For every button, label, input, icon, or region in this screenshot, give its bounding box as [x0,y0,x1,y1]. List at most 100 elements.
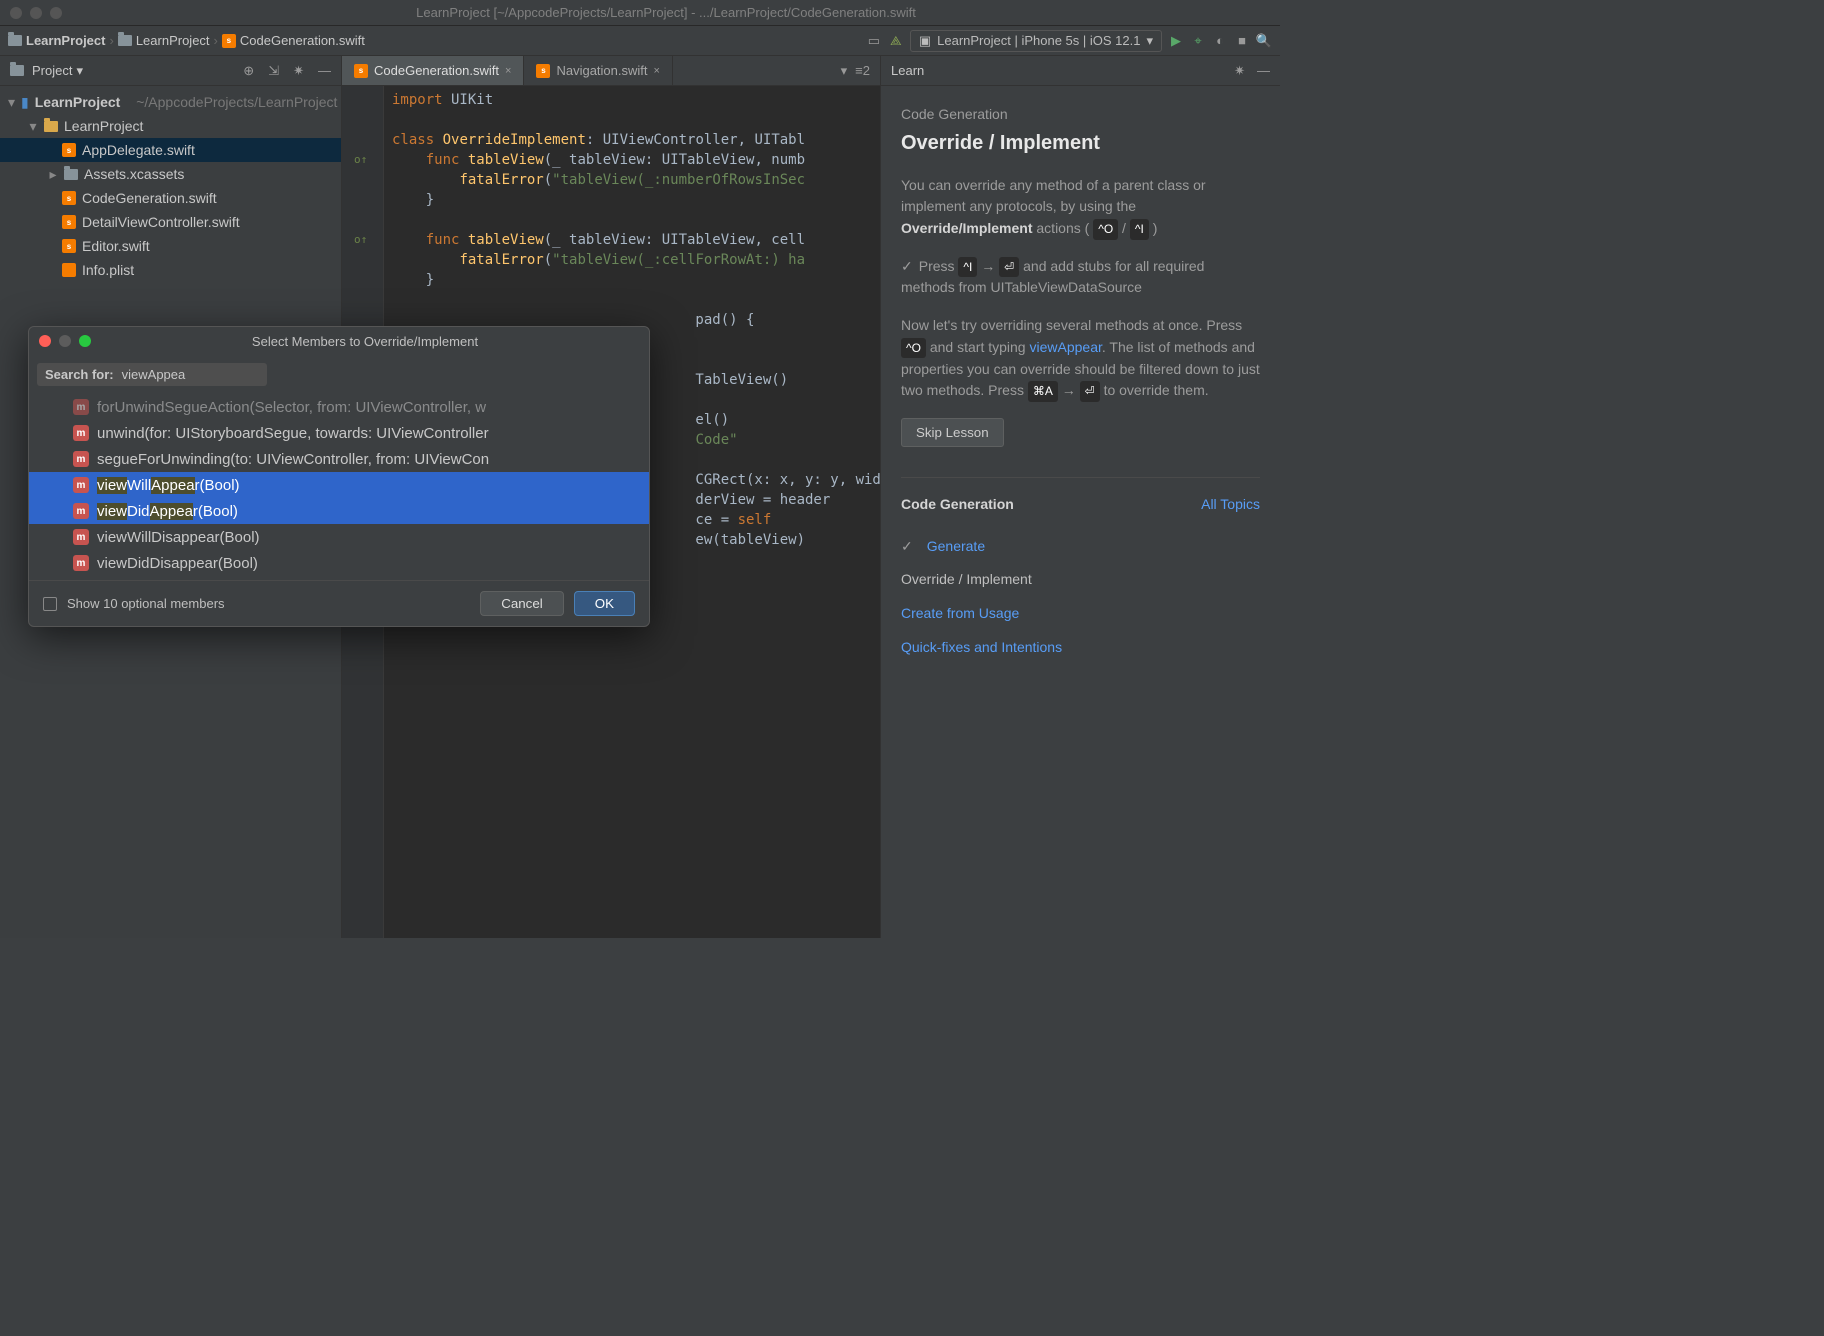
cancel-button[interactable]: Cancel [480,591,564,616]
member-item[interactable]: munwind(for: UIStoryboardSegue, towards:… [29,420,649,446]
coverage-icon[interactable]: ◐ [1212,33,1228,49]
window-controls[interactable] [10,7,62,19]
close-icon[interactable]: × [505,65,511,77]
learn-para-1: You can override any method of a parent … [901,175,1260,240]
crumb-3[interactable]: sCodeGeneration.swift [222,33,365,48]
override-dialog: Select Members to Override/Implement Sea… [28,326,650,627]
member-item[interactable]: mviewWillDisappear(Bool) [29,524,649,550]
gear-icon[interactable]: ✷ [293,63,304,79]
method-icon: m [73,555,89,571]
method-icon: m [73,503,89,519]
minimize-icon[interactable] [30,7,42,19]
project-icon: ▮ [21,94,29,111]
chevron-down-icon: ▾ [76,63,83,79]
member-item[interactable]: msegueForUnwinding(to: UIViewController,… [29,446,649,472]
tree-file[interactable]: Info.plist [0,258,341,282]
tab-navigation[interactable]: s Navigation.swift × [524,56,672,85]
skip-lesson-button[interactable]: Skip Lesson [901,418,1004,447]
hide-icon[interactable]: — [1257,63,1270,79]
project-tree[interactable]: ▾ ▮ LearnProject ~/AppcodeProjects/Learn… [0,86,341,286]
method-icon: m [73,451,89,467]
toolbar: LearnProject › LearnProject › sCodeGener… [0,26,1280,56]
sidebar-header: Project ▾ ⊕ ⇲ ✷ — [0,56,341,86]
learn-section: Code Generation [901,104,1260,126]
dialog-titlebar: Select Members to Override/Implement [29,327,649,355]
close-icon[interactable] [39,335,51,347]
override-gutter-icon[interactable]: o↑ [354,230,367,250]
tree-file[interactable]: s DetailViewController.swift [0,210,341,234]
override-gutter-icon[interactable]: o↑ [354,150,367,170]
swift-file-icon: s [536,64,550,78]
crumb-1[interactable]: LearnProject [8,33,105,48]
close-icon[interactable]: × [654,65,660,77]
check-icon: ✓ [901,258,913,274]
topic-item[interactable]: Override / Implement [901,563,1260,597]
topic-item[interactable]: Quick-fixes and Intentions [901,631,1260,665]
dialog-window-controls[interactable] [39,335,91,347]
hide-icon[interactable]: — [318,63,331,79]
crumb-2[interactable]: LearnProject [118,33,210,48]
disclosure-icon[interactable]: ▾ [8,94,15,111]
learn-panel: Learn ✷ — Code Generation Override / Imp… [880,56,1280,938]
hammer-icon[interactable]: ⟁ [888,33,904,49]
chevron-down-icon: ▾ [1146,33,1153,49]
device-icon[interactable]: ▭ [866,33,882,49]
folder-icon [10,65,24,76]
tree-root[interactable]: ▾ ▮ LearnProject ~/AppcodeProjects/Learn… [0,90,341,114]
zoom-icon[interactable] [50,7,62,19]
tree-folder[interactable]: ▸ Assets.xcassets [0,162,341,186]
swift-file-icon: s [62,215,76,229]
method-icon: m [73,399,89,415]
chevron-icon: › [214,33,218,48]
chevron-down-icon[interactable]: ▾ [841,63,848,79]
search-field[interactable]: Search for: viewAppea [37,363,267,386]
swift-file-icon: s [62,191,76,205]
breadcrumb[interactable]: LearnProject › LearnProject › sCodeGener… [8,33,365,48]
optional-checkbox[interactable] [43,597,57,611]
folder-icon [118,35,132,46]
member-item[interactable]: mviewDidDisappear(Bool) [29,550,649,576]
topic-item[interactable]: Create from Usage [901,597,1260,631]
stop-icon[interactable]: ■ [1234,33,1250,49]
close-icon[interactable] [10,7,22,19]
learn-header: Learn ✷ — [881,56,1280,86]
topic-item[interactable]: ✓Generate [901,530,1260,564]
tree-file[interactable]: s AppDelegate.swift [0,138,341,162]
debug-icon[interactable]: ⌖ [1190,33,1206,49]
dialog-title: Select Members to Override/Implement [91,334,639,349]
gear-icon[interactable]: ✷ [1234,63,1245,79]
run-icon[interactable]: ▶ [1168,33,1184,49]
run-config-dropdown[interactable]: ▣ LearnProject | iPhone 5s | iOS 12.1 ▾ [910,30,1162,52]
search-query: viewAppea [122,367,186,382]
disclosure-icon[interactable]: ▸ [48,166,58,183]
app-icon: ▣ [919,33,931,49]
swift-file-icon: s [62,143,76,157]
locate-icon[interactable]: ⊕ [243,63,254,79]
method-icon: m [73,425,89,441]
tree-file[interactable]: s Editor.swift [0,234,341,258]
method-icon: m [73,529,89,545]
tree-file[interactable]: s CodeGeneration.swift [0,186,341,210]
zoom-icon[interactable] [79,335,91,347]
tab-codegeneration[interactable]: s CodeGeneration.swift × [342,56,524,85]
collapse-icon[interactable]: ⇲ [268,63,279,79]
project-dropdown[interactable]: Project ▾ [32,63,83,79]
all-topics-link[interactable]: All Topics [1201,494,1260,516]
swift-file-icon: s [62,239,76,253]
member-list[interactable]: mforUnwindSegueAction(Selector, from: UI… [29,394,649,580]
folder-icon [8,35,22,46]
minimize-icon [59,335,71,347]
member-item[interactable]: mviewDidAppear(Bool) [29,498,649,524]
tab-overflow[interactable]: ≡2 [855,63,870,78]
tree-folder[interactable]: ▾ LearnProject [0,114,341,138]
member-item[interactable]: mviewWillAppear(Bool) [29,472,649,498]
learn-para-2: ✓Press ^I → ⏎ and add stubs for all requ… [901,256,1260,299]
window-title: LearnProject [~/AppcodeProjects/LearnPro… [62,5,1270,20]
ok-button[interactable]: OK [574,591,635,616]
member-item[interactable]: mforUnwindSegueAction(Selector, from: UI… [29,394,649,420]
disclosure-icon[interactable]: ▾ [28,118,38,135]
search-icon[interactable]: 🔍 [1256,33,1272,49]
titlebar: LearnProject [~/AppcodeProjects/LearnPro… [0,0,1280,26]
method-icon: m [73,477,89,493]
footer-section-title: Code Generation [901,494,1014,516]
